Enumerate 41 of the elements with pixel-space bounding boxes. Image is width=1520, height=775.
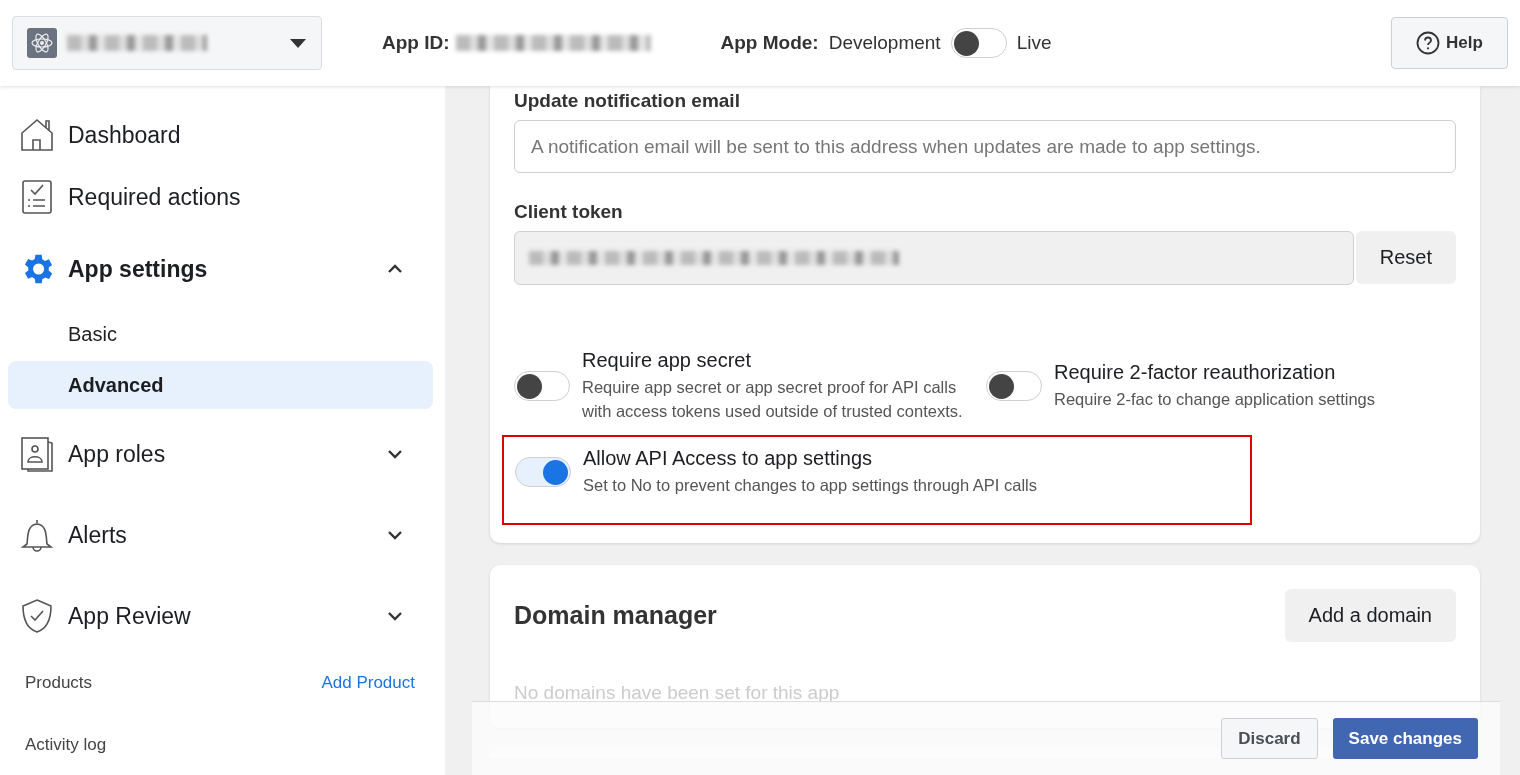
toggle-switch[interactable] <box>986 371 1042 401</box>
nav-item[interactable]: App settings <box>8 238 433 300</box>
nav-item[interactable]: Dashboard <box>8 104 433 166</box>
nav-subitem[interactable]: Basic <box>8 310 433 358</box>
app-selector[interactable] <box>12 16 322 70</box>
add-product-link[interactable]: Add Product <box>321 673 415 693</box>
activity-log-link[interactable]: Activity log <box>25 735 107 755</box>
setting-description: Require app secret or app secret proof for API calls with access tokens used outside of trusted contexts. <box>582 377 964 422</box>
nav-item[interactable]: Alerts <box>8 504 433 566</box>
discard-button[interactable]: Discard <box>1221 718 1318 759</box>
nav-item[interactable]: App Review <box>8 585 433 647</box>
toggle-switch[interactable] <box>950 28 1007 58</box>
atom-icon <box>27 28 57 58</box>
token-field[interactable] <box>514 231 1354 285</box>
email-field[interactable]: A notification email will be sent to this address when updates are made to app settings. <box>514 120 1456 173</box>
setting-description: Set to No to prevent changes to app settings through API calls <box>583 475 1038 496</box>
nav-item[interactable]: App roles <box>8 423 433 485</box>
help-icon <box>1416 31 1441 55</box>
reset-button[interactable]: Reset <box>1355 231 1456 284</box>
toggle-switch[interactable] <box>514 371 570 401</box>
app-id-label: App ID: <box>382 32 450 54</box>
setting-description: Require 2-fac to change application settings <box>1054 389 1376 410</box>
help-button[interactable]: Help <box>1391 17 1508 69</box>
setting-title: Allow API Access to app settings <box>583 447 874 470</box>
nav-item[interactable]: Required actions <box>8 166 433 228</box>
field-label: Client token <box>514 201 624 223</box>
caret-icon <box>289 37 307 49</box>
mode-label: Live <box>1016 32 1052 54</box>
house-icon <box>18 116 56 154</box>
add-domain-button[interactable]: Add a domain <box>1284 589 1456 642</box>
products-label: Products <box>25 673 93 693</box>
section-title: Domain manager <box>514 601 717 630</box>
nav-subitem[interactable]: Advanced <box>8 361 433 409</box>
save-button[interactable]: Save changes <box>1332 718 1478 759</box>
setting-title: Require app secret <box>582 349 752 372</box>
toggle-switch[interactable] <box>515 457 571 487</box>
app-mode-label: App Mode: <box>720 32 819 54</box>
field-label: Update notification email <box>514 90 741 112</box>
setting-title: Require 2-factor reauthorization <box>1054 361 1337 384</box>
id-card-icon <box>18 435 56 473</box>
mode-label: Development <box>828 32 941 54</box>
